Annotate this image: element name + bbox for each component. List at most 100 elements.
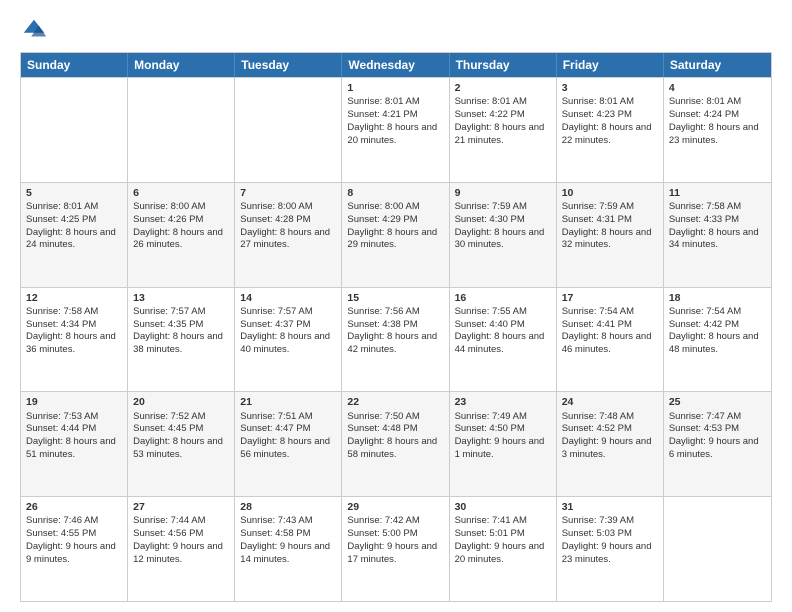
calendar-cell: 23Sunrise: 7:49 AMSunset: 4:50 PMDayligh…: [450, 392, 557, 496]
sunset-text: Sunset: 4:53 PM: [669, 423, 766, 436]
daylight-text: Daylight: 8 hours and 32 minutes.: [562, 227, 658, 253]
daylight-text: Daylight: 9 hours and 6 minutes.: [669, 436, 766, 462]
calendar-cell: 10Sunrise: 7:59 AMSunset: 4:31 PMDayligh…: [557, 183, 664, 287]
sunrise-text: Sunrise: 7:59 AM: [455, 201, 551, 214]
header-day: Tuesday: [235, 53, 342, 77]
sunset-text: Sunset: 4:21 PM: [347, 109, 443, 122]
calendar-cell: 13Sunrise: 7:57 AMSunset: 4:35 PMDayligh…: [128, 288, 235, 392]
sunrise-text: Sunrise: 7:59 AM: [562, 201, 658, 214]
calendar-cell: 4Sunrise: 8:01 AMSunset: 4:24 PMDaylight…: [664, 78, 771, 182]
day-number: 1: [347, 81, 443, 95]
daylight-text: Daylight: 8 hours and 56 minutes.: [240, 436, 336, 462]
day-number: 8: [347, 186, 443, 200]
sunset-text: Sunset: 4:30 PM: [455, 214, 551, 227]
sunset-text: Sunset: 4:29 PM: [347, 214, 443, 227]
calendar-cell: 21Sunrise: 7:51 AMSunset: 4:47 PMDayligh…: [235, 392, 342, 496]
sunset-text: Sunset: 4:52 PM: [562, 423, 658, 436]
day-number: 11: [669, 186, 766, 200]
day-number: 9: [455, 186, 551, 200]
sunrise-text: Sunrise: 7:57 AM: [133, 306, 229, 319]
calendar-cell: [128, 78, 235, 182]
logo: [20, 16, 52, 44]
day-number: 7: [240, 186, 336, 200]
day-number: 2: [455, 81, 551, 95]
day-number: 22: [347, 395, 443, 409]
header: [20, 16, 772, 44]
sunrise-text: Sunrise: 7:52 AM: [133, 411, 229, 424]
daylight-text: Daylight: 9 hours and 12 minutes.: [133, 541, 229, 567]
day-number: 17: [562, 291, 658, 305]
day-number: 5: [26, 186, 122, 200]
calendar-cell: 29Sunrise: 7:42 AMSunset: 5:00 PMDayligh…: [342, 497, 449, 601]
day-number: 31: [562, 500, 658, 514]
calendar-cell: [664, 497, 771, 601]
calendar-cell: 3Sunrise: 8:01 AMSunset: 4:23 PMDaylight…: [557, 78, 664, 182]
header-day: Saturday: [664, 53, 771, 77]
sunrise-text: Sunrise: 7:56 AM: [347, 306, 443, 319]
sunrise-text: Sunrise: 7:55 AM: [455, 306, 551, 319]
daylight-text: Daylight: 9 hours and 3 minutes.: [562, 436, 658, 462]
sunset-text: Sunset: 4:25 PM: [26, 214, 122, 227]
sunrise-text: Sunrise: 7:41 AM: [455, 515, 551, 528]
calendar: SundayMondayTuesdayWednesdayThursdayFrid…: [20, 52, 772, 602]
day-number: 12: [26, 291, 122, 305]
calendar-cell: 7Sunrise: 8:00 AMSunset: 4:28 PMDaylight…: [235, 183, 342, 287]
daylight-text: Daylight: 9 hours and 23 minutes.: [562, 541, 658, 567]
calendar-cell: 28Sunrise: 7:43 AMSunset: 4:58 PMDayligh…: [235, 497, 342, 601]
daylight-text: Daylight: 9 hours and 14 minutes.: [240, 541, 336, 567]
day-number: 3: [562, 81, 658, 95]
calendar-cell: 31Sunrise: 7:39 AMSunset: 5:03 PMDayligh…: [557, 497, 664, 601]
day-number: 6: [133, 186, 229, 200]
calendar-cell: 20Sunrise: 7:52 AMSunset: 4:45 PMDayligh…: [128, 392, 235, 496]
sunset-text: Sunset: 4:26 PM: [133, 214, 229, 227]
sunset-text: Sunset: 5:01 PM: [455, 528, 551, 541]
sunset-text: Sunset: 4:31 PM: [562, 214, 658, 227]
calendar-cell: 19Sunrise: 7:53 AMSunset: 4:44 PMDayligh…: [21, 392, 128, 496]
header-day: Monday: [128, 53, 235, 77]
daylight-text: Daylight: 8 hours and 21 minutes.: [455, 122, 551, 148]
daylight-text: Daylight: 8 hours and 23 minutes.: [669, 122, 766, 148]
daylight-text: Daylight: 8 hours and 36 minutes.: [26, 331, 122, 357]
day-number: 15: [347, 291, 443, 305]
daylight-text: Daylight: 9 hours and 1 minute.: [455, 436, 551, 462]
daylight-text: Daylight: 8 hours and 40 minutes.: [240, 331, 336, 357]
calendar-cell: 15Sunrise: 7:56 AMSunset: 4:38 PMDayligh…: [342, 288, 449, 392]
sunset-text: Sunset: 4:45 PM: [133, 423, 229, 436]
sunset-text: Sunset: 4:34 PM: [26, 319, 122, 332]
daylight-text: Daylight: 8 hours and 34 minutes.: [669, 227, 766, 253]
sunrise-text: Sunrise: 7:47 AM: [669, 411, 766, 424]
daylight-text: Daylight: 9 hours and 20 minutes.: [455, 541, 551, 567]
day-number: 18: [669, 291, 766, 305]
sunrise-text: Sunrise: 7:48 AM: [562, 411, 658, 424]
calendar-cell: 11Sunrise: 7:58 AMSunset: 4:33 PMDayligh…: [664, 183, 771, 287]
calendar-cell: 26Sunrise: 7:46 AMSunset: 4:55 PMDayligh…: [21, 497, 128, 601]
sunset-text: Sunset: 5:03 PM: [562, 528, 658, 541]
daylight-text: Daylight: 8 hours and 58 minutes.: [347, 436, 443, 462]
daylight-text: Daylight: 8 hours and 20 minutes.: [347, 122, 443, 148]
sunset-text: Sunset: 4:37 PM: [240, 319, 336, 332]
daylight-text: Daylight: 8 hours and 46 minutes.: [562, 331, 658, 357]
daylight-text: Daylight: 8 hours and 44 minutes.: [455, 331, 551, 357]
calendar-cell: 22Sunrise: 7:50 AMSunset: 4:48 PMDayligh…: [342, 392, 449, 496]
daylight-text: Daylight: 8 hours and 38 minutes.: [133, 331, 229, 357]
daylight-text: Daylight: 8 hours and 26 minutes.: [133, 227, 229, 253]
daylight-text: Daylight: 8 hours and 22 minutes.: [562, 122, 658, 148]
daylight-text: Daylight: 9 hours and 9 minutes.: [26, 541, 122, 567]
sunrise-text: Sunrise: 7:50 AM: [347, 411, 443, 424]
sunset-text: Sunset: 4:50 PM: [455, 423, 551, 436]
sunrise-text: Sunrise: 7:53 AM: [26, 411, 122, 424]
sunrise-text: Sunrise: 8:01 AM: [26, 201, 122, 214]
sunset-text: Sunset: 4:55 PM: [26, 528, 122, 541]
sunset-text: Sunset: 4:33 PM: [669, 214, 766, 227]
day-number: 26: [26, 500, 122, 514]
day-number: 24: [562, 395, 658, 409]
sunset-text: Sunset: 4:40 PM: [455, 319, 551, 332]
calendar-cell: 14Sunrise: 7:57 AMSunset: 4:37 PMDayligh…: [235, 288, 342, 392]
day-number: 23: [455, 395, 551, 409]
daylight-text: Daylight: 8 hours and 51 minutes.: [26, 436, 122, 462]
calendar-header: SundayMondayTuesdayWednesdayThursdayFrid…: [21, 53, 771, 77]
calendar-row: 5Sunrise: 8:01 AMSunset: 4:25 PM Daylight…: [21, 182, 771, 287]
day-number: 30: [455, 500, 551, 514]
day-number: 21: [240, 395, 336, 409]
calendar-cell: [235, 78, 342, 182]
